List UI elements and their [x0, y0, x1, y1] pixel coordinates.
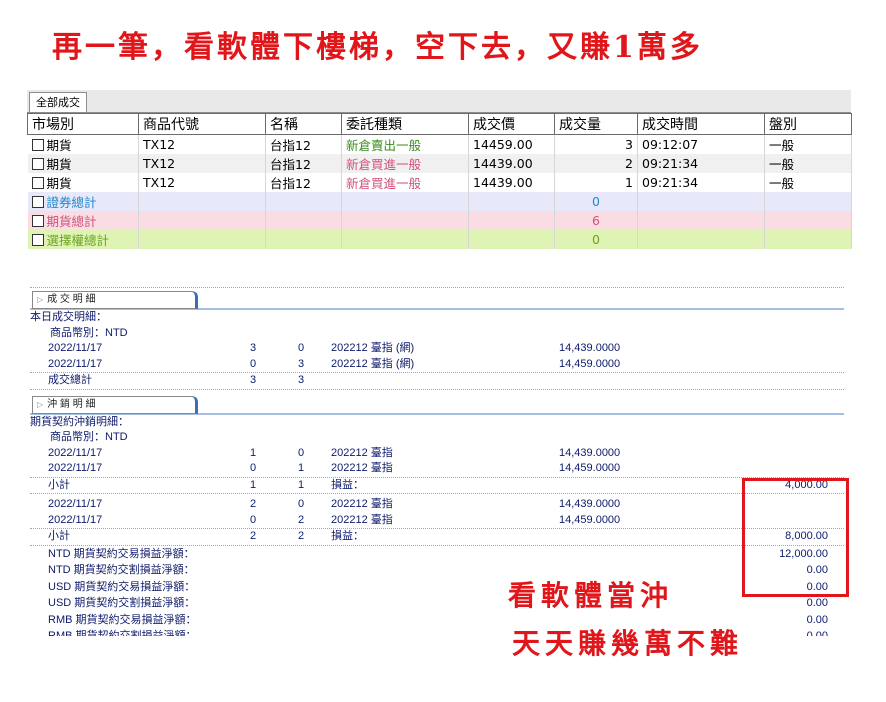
net-pl-row: USD 期貨契約交割損益淨額： 0.00 — [48, 597, 828, 609]
cell-type: 新倉買進一般 — [341, 173, 469, 192]
cell-code: TX12 — [138, 173, 266, 192]
cell-market: 期貨 — [46, 138, 72, 153]
headline-caption: 再一筆，看軟體下樓梯，空下去，又賺1萬多 — [52, 30, 703, 65]
net-pl-row: NTD 期貨契約交割損益淨額： 0.00 — [48, 564, 828, 576]
detail-currency: 商品幣別：NTD — [50, 326, 128, 339]
offset-currency: 商品幣別：NTD — [50, 431, 128, 443]
cell-session: 一般 — [764, 173, 852, 192]
row-checkbox[interactable] — [31, 234, 44, 246]
row-checkbox[interactable] — [31, 196, 44, 208]
trade-report: ▷ 成 交 明 細 本日成交明細： 商品幣別：NTD 2022/11/17 3 0… — [30, 287, 844, 636]
cell-code: TX12 — [138, 134, 266, 154]
list-item: 2022/11/17 0 3 202212 臺指 (網) 14,459.0000 — [30, 357, 844, 373]
cell-code: TX12 — [138, 154, 266, 173]
overlay-caption-1: 看軟體當沖 — [508, 579, 674, 612]
cell-price: 14439.00 — [468, 154, 555, 173]
list-item: 2022/11/17 3 0 202212 臺指 (網) 14,439.0000 — [48, 342, 621, 354]
cell-session: 一般 — [764, 134, 852, 154]
list-item: 2022/11/17 1 0 202212 臺指 14,439.0000 — [48, 446, 621, 459]
col-header-code[interactable]: 商品代號 — [138, 113, 266, 135]
summary-qty: 0 — [554, 230, 638, 249]
summary-qty: 0 — [554, 192, 638, 211]
row-checkbox[interactable] — [31, 158, 44, 170]
col-header-type[interactable]: 委託種類 — [341, 113, 469, 135]
summary-qty: 6 — [554, 211, 638, 230]
detail-heading: 本日成交明細： — [30, 311, 107, 323]
cell-qty: 1 — [554, 173, 638, 192]
section-tab-offset-detail[interactable]: ▷ 沖 銷 明 細 — [30, 393, 844, 415]
section-tab-trade-detail[interactable]: ▷ 成 交 明 細 — [30, 288, 844, 310]
net-pl-row: NTD 期貨契約交易損益淨額： 12,000.00 — [48, 547, 828, 560]
subtotal-row: 小計 2 2 損益： 8,000.00 — [30, 529, 844, 546]
col-header-market[interactable]: 市場別 — [27, 113, 139, 135]
list-item: 2022/11/17 0 2 202212 臺指 14,459.0000 — [30, 513, 844, 529]
cell-type: 新倉買進一般 — [341, 154, 469, 173]
cell-qty: 3 — [554, 134, 638, 154]
col-header-name[interactable]: 名稱 — [265, 113, 342, 135]
highlight-box — [742, 478, 849, 597]
cell-name: 台指12 — [265, 154, 342, 173]
expand-arrow-icon: ▷ — [37, 399, 44, 409]
table-row[interactable]: 期貨 TX12 台指12 新倉賣出一般 14459.00 3 09:12:07 … — [27, 134, 852, 154]
row-checkbox[interactable] — [31, 177, 44, 189]
subtotal-row: 小計 1 1 損益： 4,000.00 — [30, 478, 844, 494]
cell-time: 09:12:07 — [637, 134, 765, 154]
cell-price: 14439.00 — [468, 173, 555, 192]
summary-row-securities[interactable]: 證券總計 0 — [27, 192, 852, 211]
col-header-time[interactable]: 成交時間 — [637, 113, 765, 135]
cell-time: 09:21:34 — [637, 173, 765, 192]
cell-market: 期貨 — [46, 176, 72, 191]
cell-market: 期貨 — [46, 157, 72, 172]
list-item: 2022/11/17 2 0 202212 臺指 14,439.0000 — [48, 498, 621, 510]
cell-qty: 2 — [554, 154, 638, 173]
overlay-caption-2: 天天賺幾萬不難 — [512, 627, 744, 660]
summary-row-options[interactable]: 選擇權總計 0 — [27, 230, 852, 249]
col-header-qty[interactable]: 成交量 — [554, 113, 638, 135]
summary-row-futures[interactable]: 期貨總計 6 — [27, 211, 852, 230]
cell-session: 一般 — [764, 154, 852, 173]
table-row[interactable]: 期貨 TX12 台指12 新倉買進一般 14439.00 1 09:21:34 … — [27, 173, 852, 192]
row-checkbox[interactable] — [31, 139, 44, 151]
table-row[interactable]: 期貨 TX12 台指12 新倉買進一般 14439.00 2 09:21:34 … — [27, 154, 852, 173]
row-checkbox[interactable] — [31, 215, 44, 227]
col-header-session[interactable]: 盤別 — [764, 113, 852, 135]
offset-heading: 期貨契約沖銷明細： — [30, 415, 129, 428]
summary-label: 期貨總計 — [46, 214, 97, 229]
net-pl-row: USD 期貨契約交易損益淨額： 0.00 — [48, 580, 828, 593]
list-item: 2022/11/17 0 1 202212 臺指 14,459.0000 — [30, 461, 844, 478]
tab-bar: 全部成交 — [27, 90, 851, 113]
summary-label: 選擇權總計 — [46, 233, 110, 248]
cell-name: 台指12 — [265, 173, 342, 192]
cell-time: 09:21:34 — [637, 154, 765, 173]
tab-all-trades[interactable]: 全部成交 — [29, 92, 87, 112]
expand-arrow-icon: ▷ — [37, 295, 44, 304]
summary-label: 證券總計 — [46, 195, 97, 210]
cell-type: 新倉賣出一般 — [341, 134, 469, 154]
cell-price: 14459.00 — [468, 134, 555, 154]
col-header-price[interactable]: 成交價 — [468, 113, 555, 135]
cell-name: 台指12 — [265, 134, 342, 154]
detail-total: 成交總計 3 3 — [30, 373, 844, 390]
grid-header-row: 市場別 商品代號 名稱 委託種類 成交價 成交量 成交時間 盤別 — [27, 113, 852, 135]
trades-grid: 市場別 商品代號 名稱 委託種類 成交價 成交量 成交時間 盤別 期貨 TX12… — [27, 113, 852, 249]
